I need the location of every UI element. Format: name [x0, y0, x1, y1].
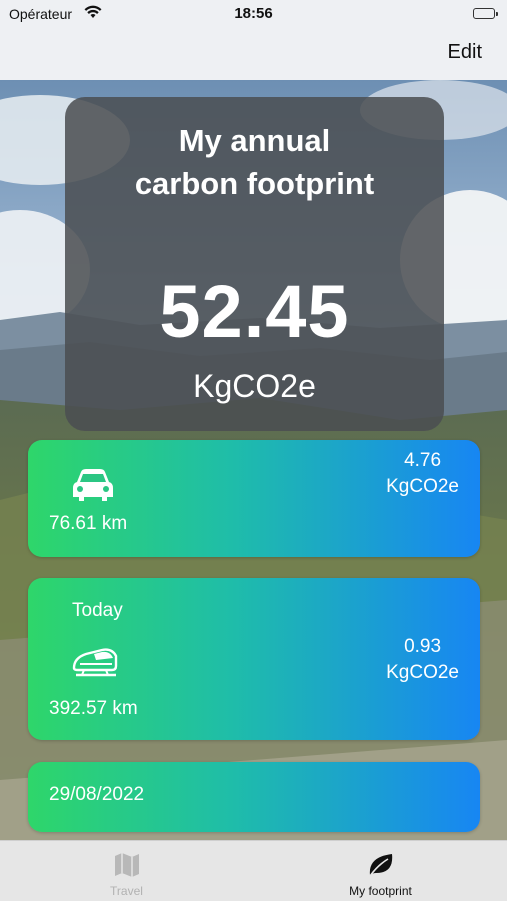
annual-footprint-unit: KgCO2e	[193, 368, 316, 404]
trip-date: 29/08/2022	[49, 784, 145, 805]
edit-button[interactable]: Edit	[448, 41, 482, 64]
trip-date: Today	[72, 600, 123, 621]
leaf-icon	[366, 851, 396, 884]
annual-footprint-value: 52.45	[159, 270, 350, 353]
trip-distance: 76.61 km	[49, 513, 128, 534]
tab-my-footprint[interactable]: My footprint	[254, 841, 507, 901]
train-icon	[72, 642, 118, 685]
navigation-bar: Edit	[0, 30, 507, 80]
trip-emission: 4.76 KgCO2e	[386, 448, 459, 500]
battery-icon	[473, 8, 498, 19]
trip-card-car[interactable]: 76.61 km 4.76 KgCO2e	[28, 440, 480, 557]
car-icon	[72, 468, 114, 507]
summary-title: My annual carbon footprint	[65, 119, 444, 205]
trip-emission-value: 4.76	[404, 450, 442, 471]
annual-footprint-panel: My annual carbon footprint 52.45 KgCO2e	[65, 97, 444, 431]
trip-emission-unit: KgCO2e	[386, 476, 459, 497]
summary-title-line2: carbon footprint	[134, 166, 375, 201]
trip-emission: 0.93 KgCO2e	[386, 634, 459, 686]
summary-title-line1: My annual	[178, 123, 331, 158]
tab-travel[interactable]: Travel	[0, 841, 253, 901]
trip-card-partial[interactable]: 29/08/2022	[28, 762, 480, 832]
trip-emission-unit: KgCO2e	[386, 662, 459, 683]
trip-card-train[interactable]: Today 392.57 km 0.93 KgCO2e	[28, 578, 480, 740]
tab-my-footprint-label: My footprint	[349, 884, 412, 898]
trip-emission-value: 0.93	[404, 636, 442, 657]
status-bar: Opérateur 18:56	[0, 0, 507, 30]
clock-time: 18:56	[234, 5, 273, 22]
tab-bar: Travel My footprint	[0, 840, 507, 901]
trip-distance: 392.57 km	[49, 698, 138, 719]
map-icon	[113, 851, 141, 884]
tab-travel-label: Travel	[110, 884, 143, 898]
